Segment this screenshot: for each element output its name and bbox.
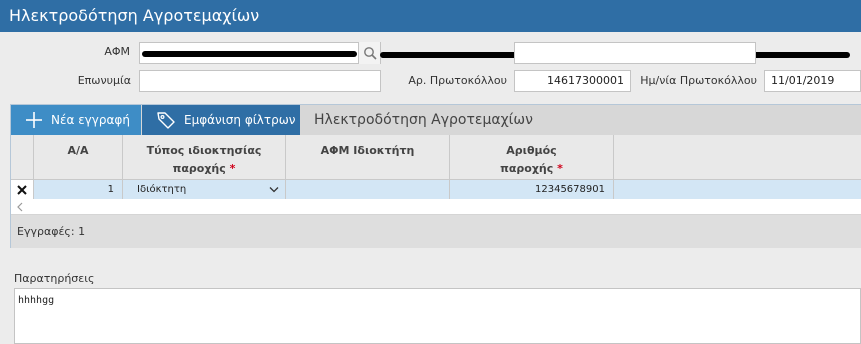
chevron-left-icon[interactable]: [16, 202, 24, 212]
table-row[interactable]: 1 Ιδιόκτητη 12345678901: [11, 180, 861, 199]
horizontal-scrollbar[interactable]: [11, 199, 861, 215]
date-field[interactable]: 11/01/2019: [764, 70, 861, 92]
grid-toolbar: Νέα εγγραφή Εμφάνιση φίλτρων Ηλεκτροδότη…: [11, 105, 861, 135]
eponymia-field[interactable]: [139, 70, 381, 92]
show-filters-label: Εμφάνιση φίλτρων: [184, 113, 296, 127]
notes-label: Παρατηρήσεις: [14, 272, 95, 285]
show-filters-button[interactable]: Εμφάνιση φίλτρων: [142, 105, 300, 135]
header-supply-number-line1: Αριθμός: [506, 144, 557, 157]
protocol-label: Αρ. Πρωτοκόλλου: [408, 74, 507, 87]
header-form: ΑΦΜ Επωνυμία Αρ. Πρωτοκόλλου 14617300001…: [0, 32, 861, 104]
header-cell-select: [11, 135, 34, 180]
header-supply-number[interactable]: Αριθμός παροχής *: [450, 135, 614, 180]
header-ownership-type[interactable]: Τύπος ιδιοκτησίας παροχής *: [123, 135, 286, 180]
afm-label: ΑΦΜ: [104, 45, 130, 58]
header-ownership-type-line1: Τύπος ιδιοκτησίας: [146, 144, 262, 157]
eponymia-label: Επωνυμία: [77, 74, 131, 87]
window-title: Ηλεκτροδότηση Αγροτεμαχίων: [0, 0, 861, 32]
grid-title: Ηλεκτροδότηση Αγροτεμαχίων: [314, 112, 533, 128]
header-ownership-type-line2: παροχής: [172, 162, 226, 175]
cell-aa[interactable]: 1: [34, 180, 123, 199]
records-count: Εγγραφές: 1: [11, 215, 861, 248]
protocol-field[interactable]: 14617300001: [514, 70, 631, 92]
new-record-label: Νέα εγγραφή: [51, 113, 130, 127]
required-mark: *: [229, 162, 236, 175]
owner-name-field[interactable]: [514, 42, 756, 64]
header-aa[interactable]: Α/Α: [34, 135, 123, 180]
search-icon: [363, 47, 377, 60]
cell-ownership-type-value: Ιδιόκτητη: [137, 184, 187, 195]
chevron-down-icon[interactable]: [269, 186, 279, 194]
grid-panel: Νέα εγγραφή Εμφάνιση φίλτρων Ηλεκτροδότη…: [10, 104, 861, 248]
tag-icon: [157, 112, 175, 129]
redacted-afm: [142, 51, 357, 57]
cell-owner-afm[interactable]: [286, 180, 450, 199]
cell-ownership-type[interactable]: Ιδιόκτητη: [123, 180, 286, 199]
required-mark: *: [557, 162, 563, 175]
close-icon: [17, 184, 27, 195]
header-supply-number-line2: παροχής: [500, 162, 554, 175]
new-record-button[interactable]: Νέα εγγραφή: [11, 105, 141, 135]
cell-supply-number[interactable]: 12345678901: [450, 180, 614, 199]
notes-textarea[interactable]: hhhhgg: [14, 288, 861, 344]
delete-row-button[interactable]: [11, 180, 34, 199]
grid-header: Α/Α Τύπος ιδιοκτησίας παροχής * ΑΦΜ Ιδιο…: [11, 135, 861, 180]
date-label: Ημ/νία Πρωτοκόλλου: [640, 74, 757, 87]
search-button[interactable]: [358, 42, 380, 64]
header-owner-afm[interactable]: ΑΦΜ Ιδιοκτήτη: [286, 135, 450, 180]
plus-icon: [26, 112, 42, 128]
